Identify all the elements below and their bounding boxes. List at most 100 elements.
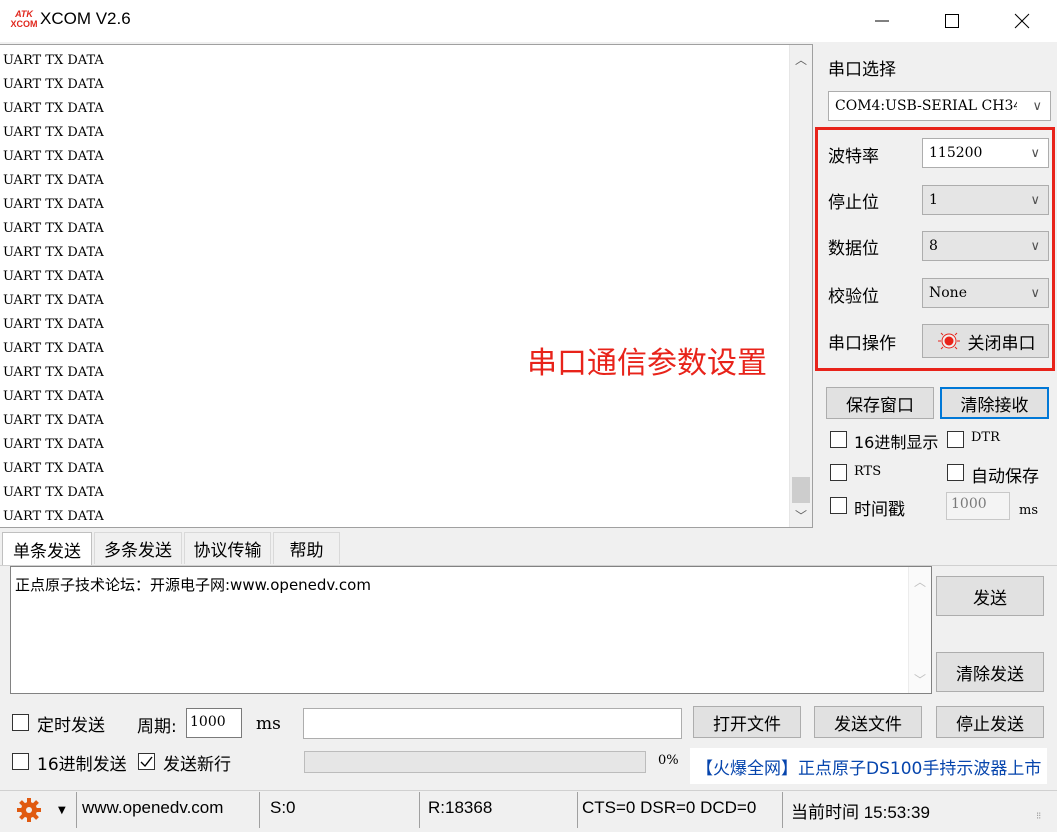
receive-line: UART TX DATA bbox=[3, 53, 104, 68]
receive-line: UART TX DATA bbox=[3, 149, 104, 164]
tab-help[interactable]: 帮助 bbox=[273, 532, 340, 564]
period-label: 周期: bbox=[137, 717, 177, 737]
port-select-value: COM4:USB-SERIAL CH340 bbox=[835, 98, 1017, 114]
timestamp-checkbox[interactable] bbox=[830, 497, 847, 514]
period-input[interactable]: 1000 bbox=[186, 708, 242, 738]
timestamp-label: 时间戳 bbox=[854, 500, 905, 520]
app-logo: ATK XCOM bbox=[10, 9, 38, 29]
scroll-up-icon[interactable]: ︿ bbox=[790, 51, 812, 68]
scroll-up-icon[interactable]: ︿ bbox=[909, 573, 931, 590]
rts-checkbox[interactable] bbox=[830, 464, 847, 481]
receive-line: UART TX DATA bbox=[3, 101, 104, 116]
close-port-button[interactable]: 关闭串口 bbox=[922, 324, 1049, 358]
maximize-button[interactable] bbox=[917, 0, 987, 42]
chevron-down-icon: ∨ bbox=[1030, 193, 1040, 208]
receive-content: UART TX DATA UART TX DATA UART TX DATA UART… bbox=[3, 49, 104, 529]
auto-save-checkbox[interactable] bbox=[947, 464, 964, 481]
send-scrollbar[interactable]: ︿ ﹀ bbox=[908, 567, 931, 693]
close-icon bbox=[1014, 13, 1030, 29]
receive-line: UART TX DATA bbox=[3, 509, 104, 524]
receive-line: UART TX DATA bbox=[3, 125, 104, 140]
chevron-down-icon: ∨ bbox=[1030, 286, 1040, 301]
period-unit: ms bbox=[256, 714, 281, 734]
close-button[interactable] bbox=[987, 0, 1057, 42]
status-separator bbox=[419, 792, 420, 828]
auto-save-label: 自动保存 bbox=[971, 467, 1039, 487]
receive-line: UART TX DATA bbox=[3, 341, 104, 356]
data-bits-select[interactable]: 8 ∨ bbox=[922, 231, 1049, 261]
send-textarea[interactable]: 正点原子技术论坛：开源电子网:www.openedv.com ︿ ﹀ bbox=[10, 566, 932, 694]
minimize-button[interactable] bbox=[847, 0, 917, 42]
parity-label: 校验位 bbox=[828, 287, 879, 307]
chevron-down-icon: ∨ bbox=[1030, 239, 1040, 254]
progress-percent: 0% bbox=[658, 753, 679, 768]
send-button[interactable]: 发送 bbox=[936, 576, 1044, 616]
stop-send-button[interactable]: 停止发送 bbox=[936, 706, 1044, 738]
timed-send-checkbox[interactable] bbox=[12, 714, 29, 731]
receive-line: UART TX DATA bbox=[3, 269, 104, 284]
status-sent-count: S:0 bbox=[270, 798, 296, 817]
receive-line: UART TX DATA bbox=[3, 173, 104, 188]
dtr-checkbox[interactable] bbox=[947, 431, 964, 448]
hex-send-label: 16进制发送 bbox=[37, 755, 127, 775]
status-time: 当前时间 15:53:39 bbox=[791, 803, 930, 822]
port-select[interactable]: COM4:USB-SERIAL CH340 ∨ bbox=[828, 91, 1051, 121]
status-separator bbox=[76, 792, 77, 828]
receive-line: UART TX DATA bbox=[3, 197, 104, 212]
port-section-label: 串口选择 bbox=[828, 60, 896, 80]
clear-send-button[interactable]: 清除发送 bbox=[936, 652, 1044, 692]
minimize-icon bbox=[875, 20, 889, 22]
send-progress-bar bbox=[304, 751, 646, 773]
status-separator bbox=[782, 792, 783, 828]
receive-line: UART TX DATA bbox=[3, 77, 104, 92]
data-bits-value: 8 bbox=[929, 238, 938, 254]
tab-protocol[interactable]: 协议传输 bbox=[184, 532, 271, 564]
timestamp-unit: ms bbox=[1019, 503, 1038, 518]
receive-line: UART TX DATA bbox=[3, 317, 104, 332]
receive-textarea[interactable]: UART TX DATA UART TX DATA UART TX DATA UART… bbox=[0, 44, 813, 528]
send-newline-label: 发送新行 bbox=[163, 755, 231, 775]
scroll-down-icon[interactable]: ﹀ bbox=[790, 507, 812, 524]
status-separator bbox=[259, 792, 260, 828]
receive-line: UART TX DATA bbox=[3, 245, 104, 260]
checkmark-icon bbox=[140, 756, 153, 768]
port-status-icon bbox=[937, 332, 960, 350]
resize-grip-icon[interactable]: ⁝⁝ bbox=[1036, 811, 1041, 822]
rts-label: RTS bbox=[854, 464, 882, 479]
file-path-input[interactable] bbox=[303, 708, 682, 739]
settings-menu-button[interactable]: ▼ bbox=[14, 797, 74, 823]
status-website[interactable]: www.openedv.com bbox=[82, 798, 223, 818]
send-file-button[interactable]: 发送文件 bbox=[814, 706, 922, 738]
timestamp-interval-input[interactable]: 1000 bbox=[946, 492, 1010, 520]
hex-display-label: 16进制显示 bbox=[854, 433, 939, 452]
dropdown-arrow-icon: ▼ bbox=[58, 804, 66, 816]
receive-scrollbar[interactable]: ︿ ﹀ bbox=[789, 45, 812, 527]
close-port-label: 关闭串口 bbox=[967, 333, 1036, 354]
baud-value: 115200 bbox=[929, 145, 983, 161]
receive-line: UART TX DATA bbox=[3, 389, 104, 404]
ad-link[interactable]: 【火爆全网】正点原子DS100手持示波器上市 bbox=[690, 748, 1047, 784]
parity-value: None bbox=[929, 285, 967, 301]
hex-send-checkbox[interactable] bbox=[12, 753, 29, 770]
save-window-button[interactable]: 保存窗口 bbox=[826, 387, 934, 419]
send-text: 正点原子技术论坛：开源电子网:www.openedv.com bbox=[15, 576, 371, 594]
hex-display-checkbox[interactable] bbox=[830, 431, 847, 448]
parity-select[interactable]: None ∨ bbox=[922, 278, 1049, 308]
send-newline-checkbox[interactable] bbox=[138, 753, 155, 770]
scroll-thumb[interactable] bbox=[792, 477, 810, 503]
receive-line: UART TX DATA bbox=[3, 221, 104, 236]
open-file-button[interactable]: 打开文件 bbox=[693, 706, 801, 738]
timed-send-label: 定时发送 bbox=[37, 716, 105, 736]
clear-receive-button[interactable]: 清除接收 bbox=[940, 387, 1049, 419]
annotation-text: 串口通信参数设置 bbox=[527, 346, 767, 381]
status-received-count: R:18368 bbox=[428, 798, 493, 817]
window-title: XCOM V2.6 bbox=[40, 9, 131, 28]
stop-bits-select[interactable]: 1 ∨ bbox=[922, 185, 1049, 215]
baud-select[interactable]: 115200 ∨ bbox=[922, 138, 1049, 168]
tab-multi-send[interactable]: 多条发送 bbox=[94, 532, 182, 564]
tab-single-send[interactable]: 单条发送 bbox=[2, 532, 92, 566]
receive-line: UART TX DATA bbox=[3, 365, 104, 380]
receive-line: UART TX DATA bbox=[3, 437, 104, 452]
scroll-down-icon[interactable]: ﹀ bbox=[909, 671, 931, 688]
gear-icon bbox=[17, 798, 41, 822]
